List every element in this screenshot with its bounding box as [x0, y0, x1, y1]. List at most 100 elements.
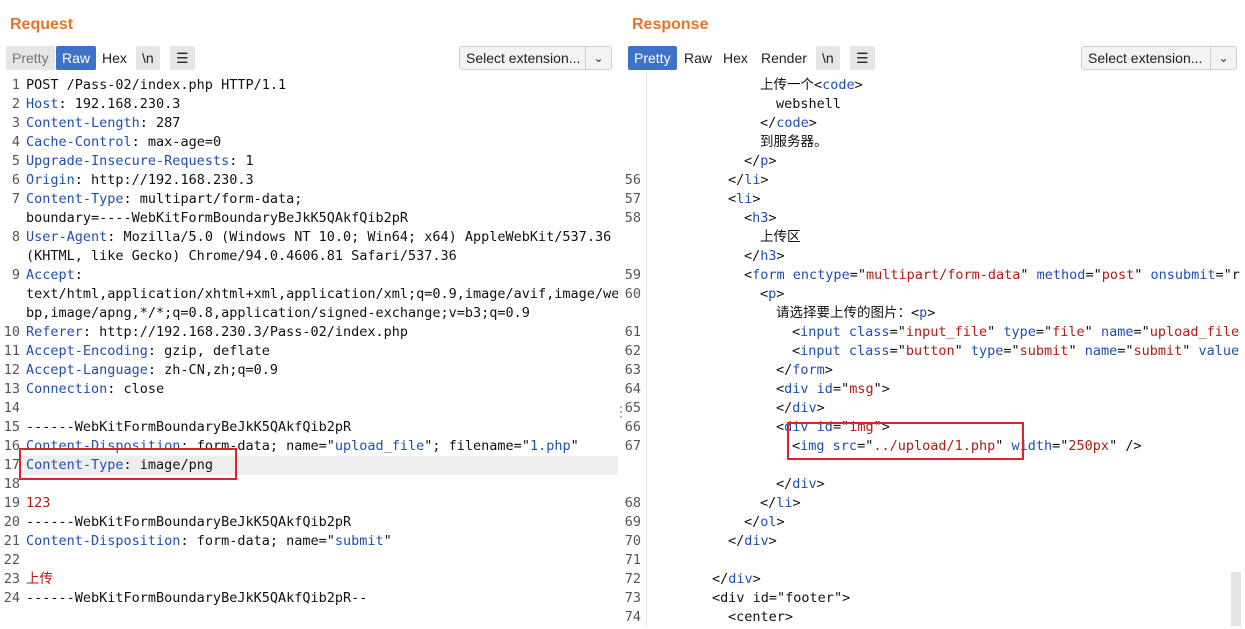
code-line[interactable]: Cache-Control: max-age=0 [26, 133, 221, 152]
code-line[interactable]: Accept: [26, 266, 83, 285]
response-newline-button[interactable]: \n [816, 46, 840, 70]
code-line[interactable]: ------WebKitFormBoundaryBeJkK5QAkfQib2pR [26, 513, 351, 532]
line-number: 2 [11, 96, 20, 112]
code-token: : 287 [139, 115, 181, 131]
response-select-extension[interactable]: Select extension... ⌄ [1081, 46, 1237, 70]
response-tab-pretty[interactable]: Pretty [628, 46, 677, 70]
code-token: li [744, 172, 761, 188]
code-token: Origin [26, 172, 75, 188]
code-line[interactable]: Content-Disposition: form-data; name="su… [26, 532, 392, 551]
code-token: Connection [26, 381, 108, 397]
code-token: ------WebKitFormBoundaryBeJkK5QAkfQib2pR [26, 514, 352, 530]
code-token: Content-Length [26, 115, 140, 131]
code-line[interactable]: </p> [744, 152, 777, 171]
code-token: ol [760, 514, 777, 530]
code-line[interactable]: </form> [776, 361, 833, 380]
code-line[interactable]: <p> [760, 285, 784, 304]
code-token: " /> [1109, 438, 1142, 454]
code-line[interactable]: </div> [776, 475, 825, 494]
code-token: : zh-CN,zh;q=0.9 [147, 362, 278, 378]
code-line[interactable]: POST /Pass-02/index.php HTTP/1.1 [26, 76, 286, 95]
code-line[interactable]: <input class="button" type="submit" name… [792, 342, 1239, 361]
code-token: Accept-Language [26, 362, 148, 378]
code-line[interactable]: Content-Type: multipart/form-data; [26, 190, 302, 209]
code-token: =" [1085, 267, 1102, 283]
code-token: < [792, 324, 801, 340]
code-token: enctype [792, 267, 850, 283]
response-menu-icon[interactable]: ☰ [850, 46, 875, 70]
code-line[interactable]: <div id="footer"> [712, 589, 850, 608]
code-line[interactable]: boundary=----WebKitFormBoundaryBeJkK5QAk… [26, 209, 408, 228]
code-line[interactable]: Connection: close [26, 380, 164, 399]
code-line[interactable]: User-Agent: Mozilla/5.0 (Windows NT 10.0… [26, 228, 611, 247]
code-token: center [736, 609, 785, 625]
response-tab-render[interactable]: Render [755, 46, 813, 70]
code-line[interactable]: Content-Length: 287 [26, 114, 180, 133]
code-line[interactable]: 请选择要上传的图片：<p> [776, 304, 935, 323]
response-tab-hex[interactable]: Hex [717, 46, 754, 70]
code-line[interactable]: </h3> [744, 247, 785, 266]
code-line[interactable]: </li> [728, 171, 769, 190]
code-token: < [776, 381, 785, 397]
code-token: " [1134, 267, 1151, 283]
line-number: 20 [3, 514, 20, 530]
line-number: 60 [624, 286, 641, 302]
line-number: 73 [624, 590, 641, 606]
chevron-down-icon: ⌄ [1210, 47, 1236, 69]
code-line[interactable]: 到服务器。 [760, 133, 828, 152]
response-tab-raw[interactable]: Raw [678, 46, 718, 70]
code-token: =" [1133, 324, 1150, 340]
code-line[interactable]: <form enctype="multipart/form-data" meth… [744, 266, 1240, 285]
code-line[interactable]: Accept-Language: zh-CN,zh;q=0.9 [26, 361, 278, 380]
code-line[interactable]: 上传一个<code> [760, 76, 863, 95]
code-line[interactable]: <input class="input_file" type="file" na… [792, 323, 1239, 342]
code-line[interactable]: Origin: http://192.168.230.3 [26, 171, 254, 190]
code-line[interactable]: <center> [728, 608, 793, 626]
response-editor[interactable]: 上传一个<code> webshell </code> 到服务器。 </p> 56 </li… [624, 72, 1245, 626]
request-newline-button[interactable]: \n [136, 46, 160, 70]
line-number: 19 [3, 495, 20, 511]
code-token: h3 [752, 210, 769, 226]
response-scrollbar[interactable] [1231, 572, 1241, 626]
line-number [624, 228, 641, 247]
code-token: =" [1035, 324, 1053, 340]
code-token: code [822, 77, 855, 93]
code-token: msg [849, 381, 874, 397]
code-line[interactable]: 123 [26, 494, 50, 513]
code-token: : 192.168.230.3 [58, 96, 181, 112]
code-token: " [570, 438, 579, 454]
code-line[interactable]: <li> [728, 190, 761, 209]
code-token: id [816, 381, 833, 397]
request-tab-raw[interactable]: Raw [56, 46, 97, 70]
code-line[interactable]: </div> [728, 532, 777, 551]
code-line[interactable]: </li> [760, 494, 801, 513]
code-token: =" [889, 324, 906, 340]
code-line[interactable]: <div id="msg"> [776, 380, 890, 399]
code-line[interactable]: Host: 192.168.230.3 [26, 95, 180, 114]
request-tab-hex[interactable]: Hex [96, 46, 133, 70]
code-line[interactable]: <h3> [744, 209, 777, 228]
code-line[interactable]: text/html,application/xhtml+xml,applicat… [26, 285, 618, 304]
code-line[interactable]: Referer: http://192.168.230.3/Pass-02/in… [26, 323, 408, 342]
code-line[interactable]: </div> [712, 570, 761, 589]
code-line[interactable]: ------WebKitFormBoundaryBeJkK5QAkfQib2pR [26, 418, 351, 437]
code-line[interactable]: webshell [776, 95, 841, 114]
request-menu-icon[interactable]: ☰ [170, 46, 195, 70]
code-line[interactable]: 上传区 [760, 228, 801, 247]
request-editor[interactable]: 1 POST /Pass-02/index.php HTTP/1.1 2 Host: … [0, 72, 618, 626]
request-tab-pretty[interactable]: Pretty [6, 46, 55, 70]
code-line[interactable]: </code> [760, 114, 817, 133]
code-line[interactable]: bp,image/apng,*/*;q=0.8,application/sign… [26, 304, 530, 323]
line-number: 3 [11, 115, 20, 131]
code-token: submit [1019, 343, 1069, 359]
code-line[interactable]: Upgrade-Insecure-Requests: 1 [26, 152, 254, 171]
request-select-extension[interactable]: Select extension... ⌄ [459, 46, 612, 70]
code-line[interactable]: </ol> [744, 513, 785, 532]
line-number [624, 247, 641, 266]
code-token: li [776, 495, 793, 511]
code-line[interactable]: </div> [776, 399, 825, 418]
code-line[interactable]: Accept-Encoding: gzip, deflate [26, 342, 270, 361]
code-line[interactable]: ------WebKitFormBoundaryBeJkK5QAkfQib2pR… [26, 589, 367, 608]
code-line[interactable]: 上传 [26, 570, 53, 589]
code-line[interactable]: (KHTML, like Gecko) Chrome/94.0.4606.81 … [26, 247, 457, 266]
